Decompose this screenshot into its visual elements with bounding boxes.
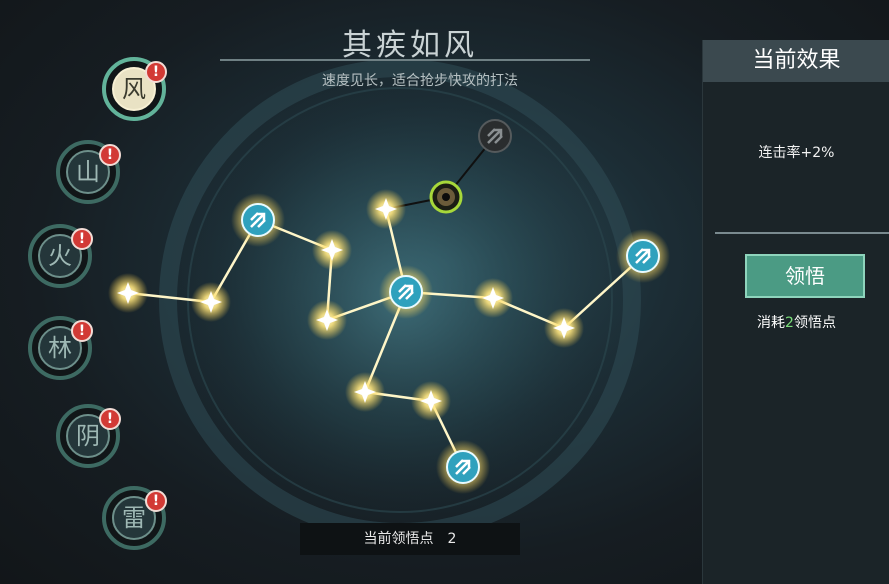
cost-value: 2 — [785, 315, 794, 331]
arrow-node[interactable] — [436, 440, 490, 494]
star-node[interactable] — [366, 189, 406, 229]
comprehend-button[interactable]: 领悟 — [745, 254, 865, 298]
effect-panel: 当前效果 连击率+2% 领悟 消耗2领悟点 — [702, 40, 889, 584]
tab-yin[interactable]: 阴 ! — [56, 404, 121, 468]
alert-icon: ! — [145, 61, 167, 83]
star-node[interactable] — [473, 278, 513, 318]
alert-icon: ! — [99, 408, 121, 430]
effect-panel-header: 当前效果 — [703, 40, 889, 82]
panel-divider — [715, 232, 889, 234]
cost-suffix: 领悟点 — [793, 315, 836, 331]
star-node[interactable] — [544, 308, 584, 348]
alert-icon: ! — [71, 228, 93, 250]
cost-prefix: 消耗 — [757, 315, 786, 331]
selected-node[interactable] — [429, 180, 463, 214]
tab-huo[interactable]: 火 ! — [28, 224, 93, 288]
star-node[interactable] — [191, 282, 231, 322]
game-screen: 其疾如风 速度见长，适合抢步快攻的打法 风 ! 山 ! 火 ! 林 ! 阴 ! … — [0, 0, 889, 584]
alert-icon: ! — [145, 490, 167, 512]
arrow-node[interactable] — [379, 265, 433, 319]
tab-feng[interactable]: 风 ! — [102, 57, 167, 121]
star-node[interactable] — [312, 230, 352, 270]
locked-arrow-node[interactable] — [478, 119, 512, 153]
star-node[interactable] — [345, 372, 385, 412]
star-node[interactable] — [108, 273, 148, 313]
arrow-node[interactable] — [616, 229, 670, 283]
tab-lei[interactable]: 雷 ! — [102, 486, 167, 550]
constellation-title: 其疾如风 — [342, 28, 478, 63]
points-label: 当前领悟点 — [363, 531, 434, 547]
arrow-node[interactable] — [231, 193, 285, 247]
comprehend-cost: 消耗2领悟点 — [703, 312, 889, 332]
alert-icon: ! — [99, 144, 121, 166]
effect-text: 连击率+2% — [758, 145, 835, 161]
tab-lin[interactable]: 林 ! — [28, 316, 93, 380]
points-value: 2 — [447, 531, 457, 547]
points-bar: 当前领悟点 2 — [300, 523, 520, 555]
tab-shan[interactable]: 山 ! — [56, 140, 121, 204]
constellation-subtitle: 速度见长，适合抢步快攻的打法 — [322, 73, 518, 89]
star-node[interactable] — [307, 300, 347, 340]
star-node[interactable] — [411, 381, 451, 421]
alert-icon: ! — [71, 320, 93, 342]
